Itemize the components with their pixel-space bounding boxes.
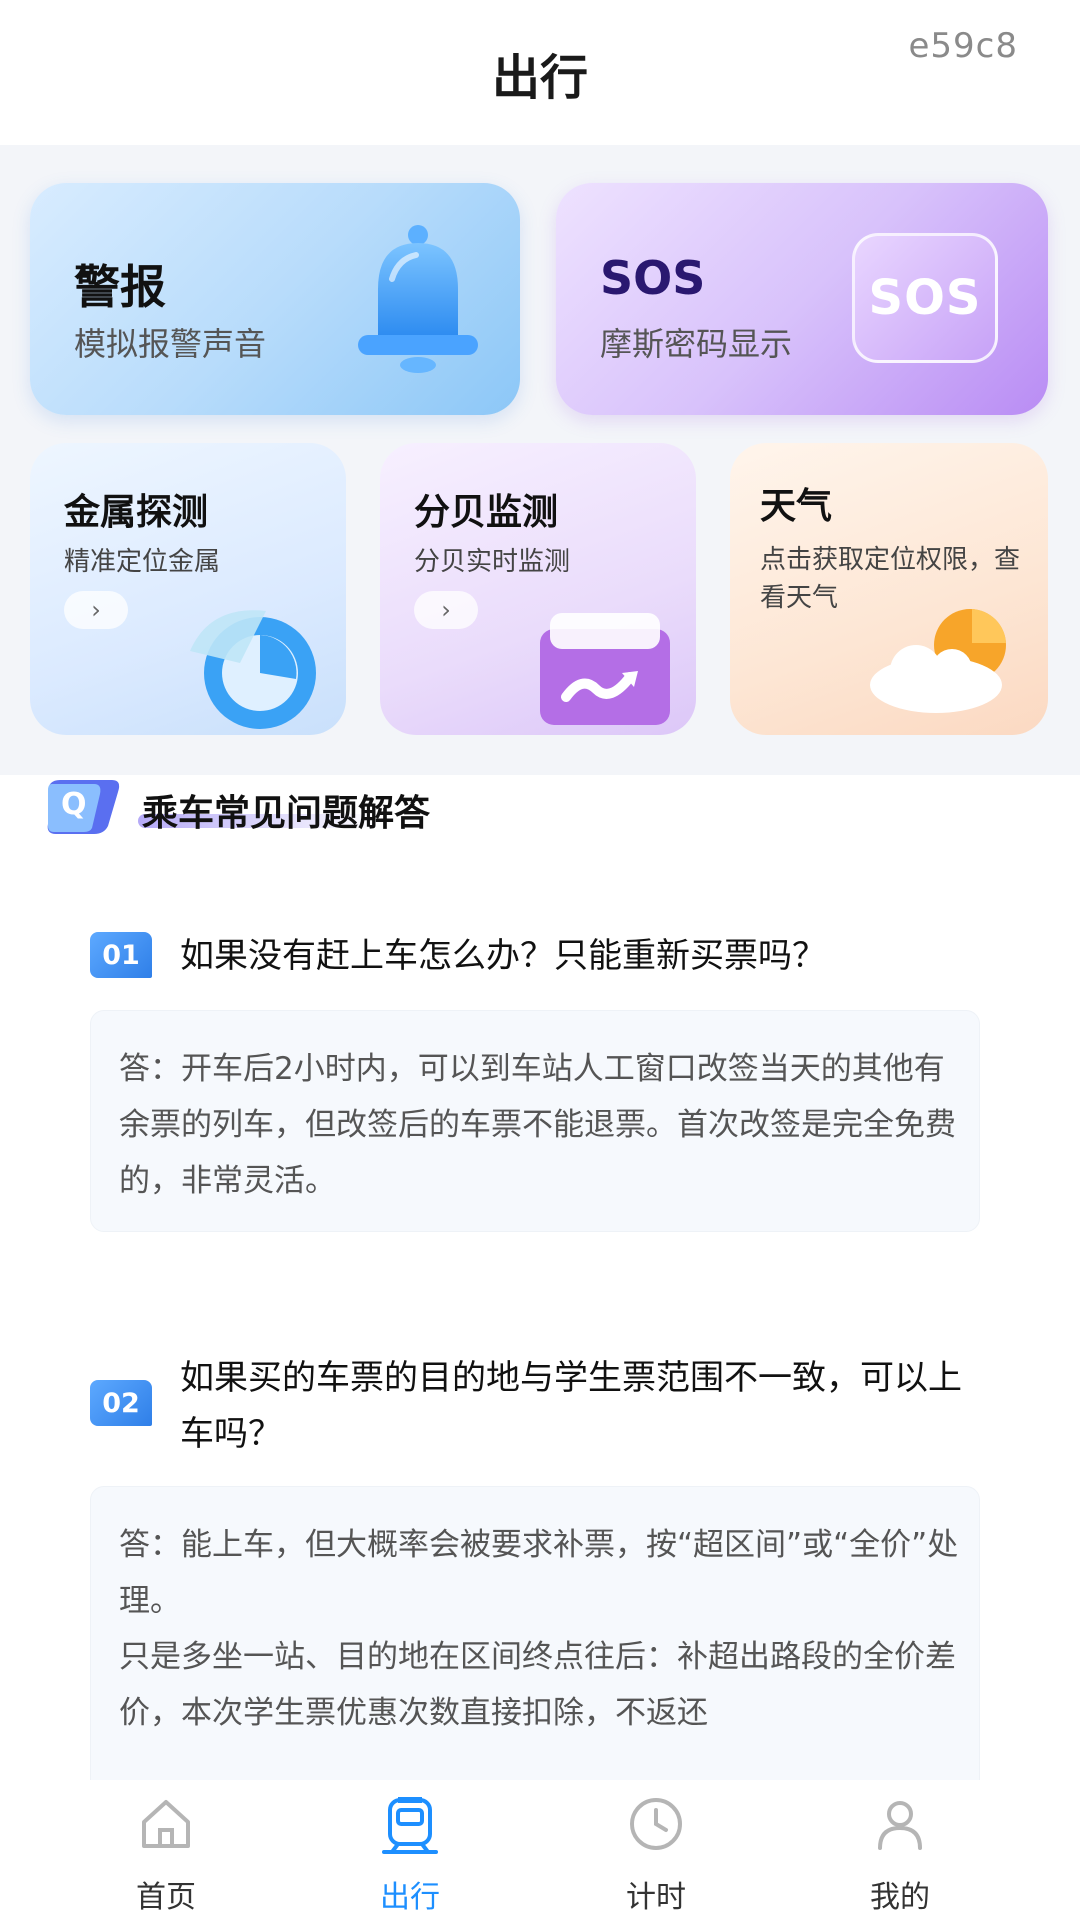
nav-item-mine[interactable]: 我的 [800,1780,1000,1920]
sos-card[interactable]: SOS 摩斯密码显示 SOS [556,183,1048,415]
faq-answer-box: 答：能上车，但大概率会被要求补票，按“超区间”或“全价”处理。 只是多坐一站、目… [90,1486,980,1806]
chevron-right-icon: › [441,596,451,624]
faq-answer: 答：开车后2小时内，可以到车站人工窗口改签当天的其他有余票的列车，但改签后的车票… [119,1051,956,1199]
bottom-nav: 首页 出行 计时 我的 [0,1780,1080,1920]
nav-item-travel[interactable]: 出行 [310,1780,510,1920]
app-screen: 出行 e59c8 警报 模拟报警声音 SOS 摩斯密码显示 SOS 金属探测 精… [0,0,1080,1920]
decibel-card[interactable]: 分贝监测 分贝实时监测 › [380,443,696,735]
train-icon [382,1797,438,1854]
alarm-title: 警报 [74,260,166,314]
sun-cloud-icon [870,609,1006,713]
bell-icon [358,225,478,373]
sos-badge-icon: SOS [852,233,998,363]
nav-label-mine: 我的 [870,1880,930,1915]
nav-item-home[interactable]: 首页 [66,1780,266,1920]
top-bar: 出行 e59c8 [0,0,1080,145]
clock-icon [630,1798,682,1850]
faq-question[interactable]: 如果没有赶上车怎么办？只能重新买票吗？ [180,928,980,984]
metal-arrow-button[interactable]: › [64,591,128,629]
faq-answer-box: 答：开车后2小时内，可以到车站人工窗口改签当天的其他有余票的列车，但改签后的车票… [90,1010,980,1232]
home-icon [142,1800,190,1848]
decibel-title: 分贝监测 [414,492,559,533]
chevron-right-icon: › [91,596,101,624]
faq-number-badge: 01 [90,932,152,978]
nav-label-timer: 计时 [626,1880,686,1915]
nav-label-home: 首页 [136,1880,196,1915]
chart-box-icon [540,613,670,725]
radar-icon [190,610,316,729]
decibel-subtitle: 分贝实时监测 [414,547,571,577]
nav-item-timer[interactable]: 计时 [556,1780,756,1920]
alarm-subtitle: 模拟报警声音 [74,325,267,363]
faq-number-badge: 02 [90,1380,152,1426]
tools-section: 警报 模拟报警声音 SOS 摩斯密码显示 SOS 金属探测 精准定位金属 › 分… [0,145,1080,775]
faq-header: Q 乘车常见问题解答 [46,778,546,838]
weather-card[interactable]: 天气 点击获取定位权限，查看天气 [730,443,1048,735]
faq-question[interactable]: 如果买的车票的目的地与学生票范围不一致，可以上车吗？ [180,1350,980,1462]
sos-subtitle: 摩斯密码显示 [600,325,793,363]
header-code: e59c8 [908,26,1018,66]
sos-title: SOS [600,251,706,305]
person-icon [878,1801,922,1850]
decibel-arrow-button[interactable]: › [414,591,478,629]
faq-q-icon: Q [46,778,122,836]
sos-badge-text: SOS [868,270,982,326]
metal-detector-card[interactable]: 金属探测 精准定位金属 › [30,443,346,735]
metal-title: 金属探测 [64,492,209,533]
faq-q-letter: Q [61,787,87,822]
faq-answer: 答：能上车，但大概率会被要求补票，按“超区间”或“全价”处理。 只是多坐一站、目… [119,1527,959,1731]
alarm-card[interactable]: 警报 模拟报警声音 [30,183,520,415]
nav-label-travel: 出行 [380,1880,440,1915]
weather-title: 天气 [760,486,833,527]
faq-title: 乘车常见问题解答 [142,793,431,834]
metal-subtitle: 精准定位金属 [64,547,221,577]
